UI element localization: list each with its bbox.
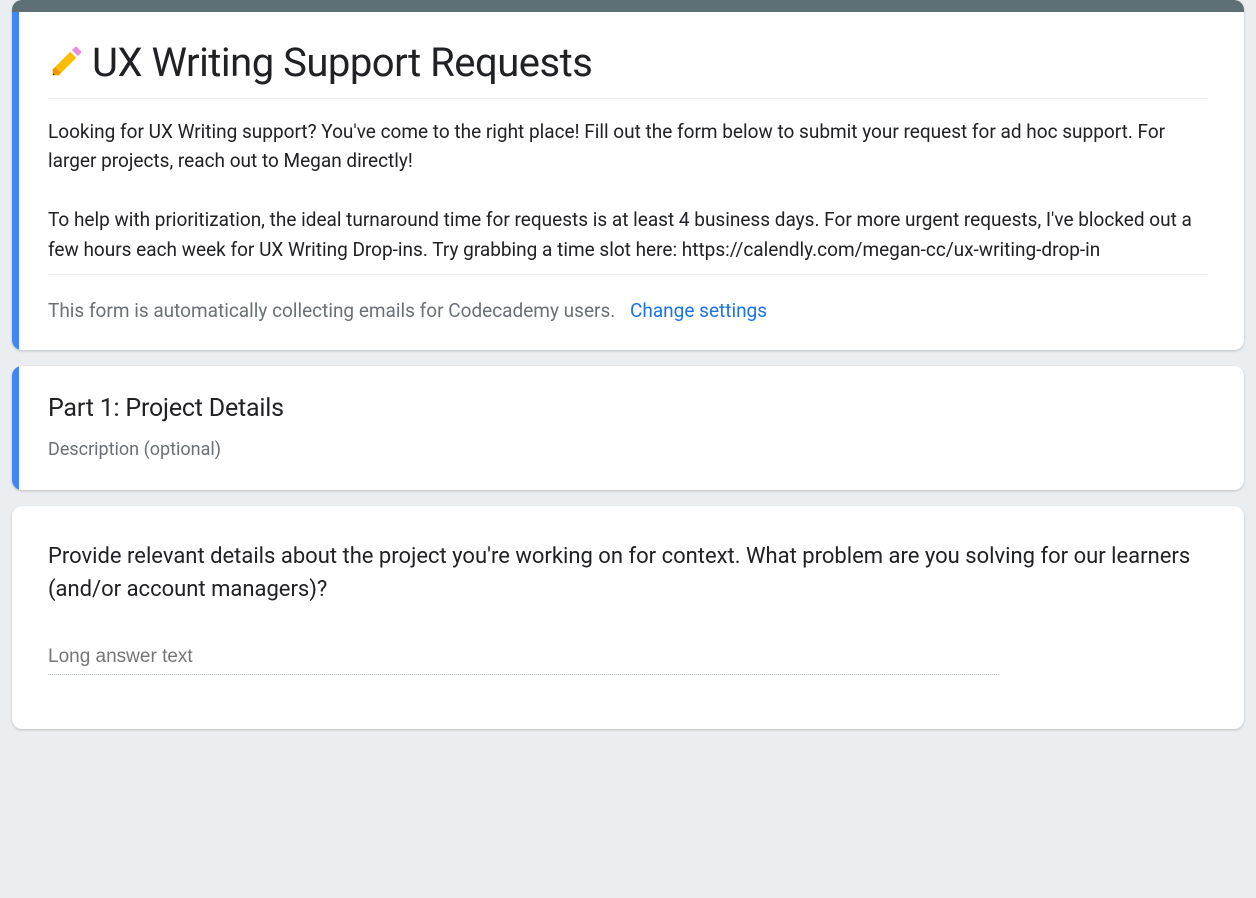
card-accent [12,12,19,350]
long-answer-input[interactable] [48,642,999,675]
form-title[interactable]: UX Writing Support Requests [48,40,1208,99]
change-settings-link[interactable]: Change settings [630,299,767,322]
question-text[interactable]: Provide relevant details about the proje… [48,540,1208,606]
form-description[interactable]: Looking for UX Writing support? You've c… [48,117,1208,275]
form-header-card: UX Writing Support Requests Looking for … [12,0,1244,350]
section-title[interactable]: Part 1: Project Details [48,394,1208,423]
question-card: Provide relevant details about the proje… [12,506,1244,729]
pencil-icon [48,42,86,90]
card-accent [12,366,19,490]
section-description[interactable]: Description (optional) [48,439,221,461]
email-collection-notice: This form is automatically collecting em… [48,299,1208,322]
email-notice-text: This form is automatically collecting em… [48,299,615,322]
section-header-card: Part 1: Project Details Description (opt… [12,366,1244,490]
form-title-text: UX Writing Support Requests [92,39,592,86]
